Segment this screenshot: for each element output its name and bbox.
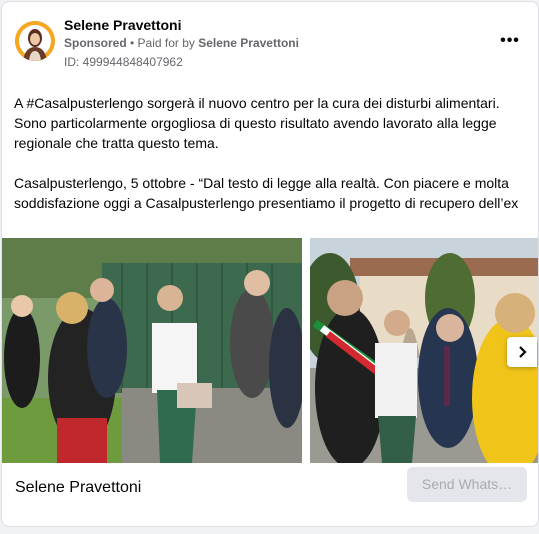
avatar[interactable]	[15, 21, 55, 61]
paid-by-name[interactable]: Selene Pravettoni	[198, 36, 299, 50]
post-text-paragraph-2: Casalpusterlengo, 5 ottobre - “Dal testo…	[14, 175, 519, 211]
more-icon[interactable]: •••	[498, 33, 522, 49]
post-body: A #Casalpusterlengo sorgerà il nuovo cen…	[14, 93, 528, 213]
photo-garden-group	[2, 238, 302, 463]
carousel-photo-1[interactable]	[2, 238, 302, 463]
send-whatsapp-button[interactable]: Send Whats…	[407, 467, 527, 502]
sponsored-post-card: Selene Pravettoni Sponsored • Paid for b…	[1, 1, 539, 527]
post-text-paragraph-1: A #Casalpusterlengo sorgerà il nuovo cen…	[14, 95, 500, 151]
sponsored-line: Sponsored • Paid for by Selene Pravetton…	[64, 36, 299, 50]
sponsored-label: Sponsored	[64, 36, 127, 50]
photo-carousel[interactable]	[2, 238, 538, 463]
paid-for-prefix: • Paid for by	[126, 36, 199, 50]
carousel-next-button[interactable]	[507, 337, 537, 367]
ad-id: ID: 499944848407962	[64, 55, 183, 69]
avatar-image	[15, 21, 55, 61]
photo-mayor-group	[310, 238, 538, 463]
footer-page-name: Selene Pravettoni	[15, 479, 142, 496]
author-name[interactable]: Selene Pravettoni	[64, 17, 182, 33]
chevron-right-icon	[519, 346, 527, 358]
carousel-photo-2[interactable]	[310, 238, 538, 463]
